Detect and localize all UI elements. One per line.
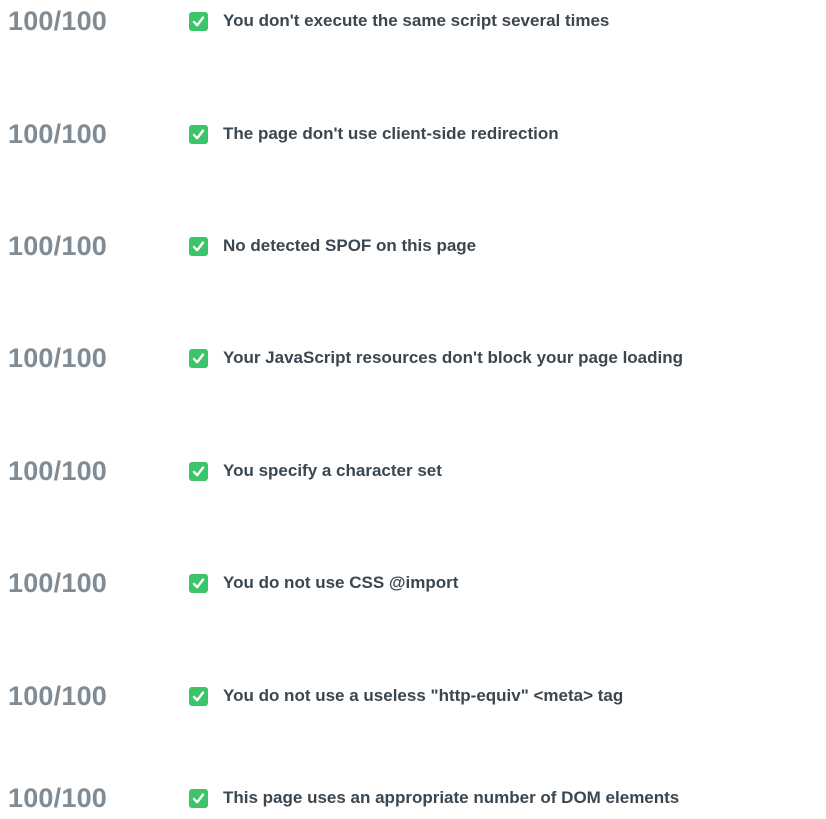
checks-list: 100/100 You don't execute the same scrip… (0, 0, 826, 819)
check-label: You don't execute the same script severa… (223, 11, 610, 30)
check-icon (189, 687, 208, 706)
check-row: 100/100 You do not use a useless "http-e… (0, 676, 826, 716)
check-row: 100/100 This page uses an appropriate nu… (0, 778, 826, 818)
score-value: 100/100 (8, 681, 107, 711)
check-icon (189, 462, 208, 481)
check-icon (189, 125, 208, 144)
check-icon (189, 237, 208, 256)
score-value: 100/100 (8, 456, 107, 486)
check-label: You specify a character set (223, 461, 442, 480)
check-row: 100/100 No detected SPOF on this page (0, 226, 826, 266)
check-row: 100/100 You do not use CSS @import (0, 563, 826, 603)
check-row: 100/100 You don't execute the same scrip… (0, 1, 826, 41)
check-row: 100/100 You specify a character set (0, 451, 826, 491)
check-icon (189, 574, 208, 593)
score-value: 100/100 (8, 231, 107, 261)
check-icon (189, 12, 208, 31)
check-row: 100/100 The page don't use client-side r… (0, 114, 826, 154)
check-label: No detected SPOF on this page (223, 236, 477, 255)
score-value: 100/100 (8, 343, 107, 373)
score-value: 100/100 (8, 783, 107, 813)
check-label: The page don't use client-side redirecti… (223, 124, 559, 143)
check-row: 100/100 Your JavaScript resources don't … (0, 338, 826, 378)
check-label: This page uses an appropriate number of … (223, 788, 680, 807)
check-label: You do not use a useless "http-equiv" <m… (223, 686, 624, 705)
score-value: 100/100 (8, 568, 107, 598)
check-icon (189, 789, 208, 808)
check-icon (189, 349, 208, 368)
score-value: 100/100 (8, 119, 107, 149)
check-label: Your JavaScript resources don't block yo… (223, 348, 684, 367)
check-label: You do not use CSS @import (223, 573, 459, 592)
score-value: 100/100 (8, 6, 107, 36)
